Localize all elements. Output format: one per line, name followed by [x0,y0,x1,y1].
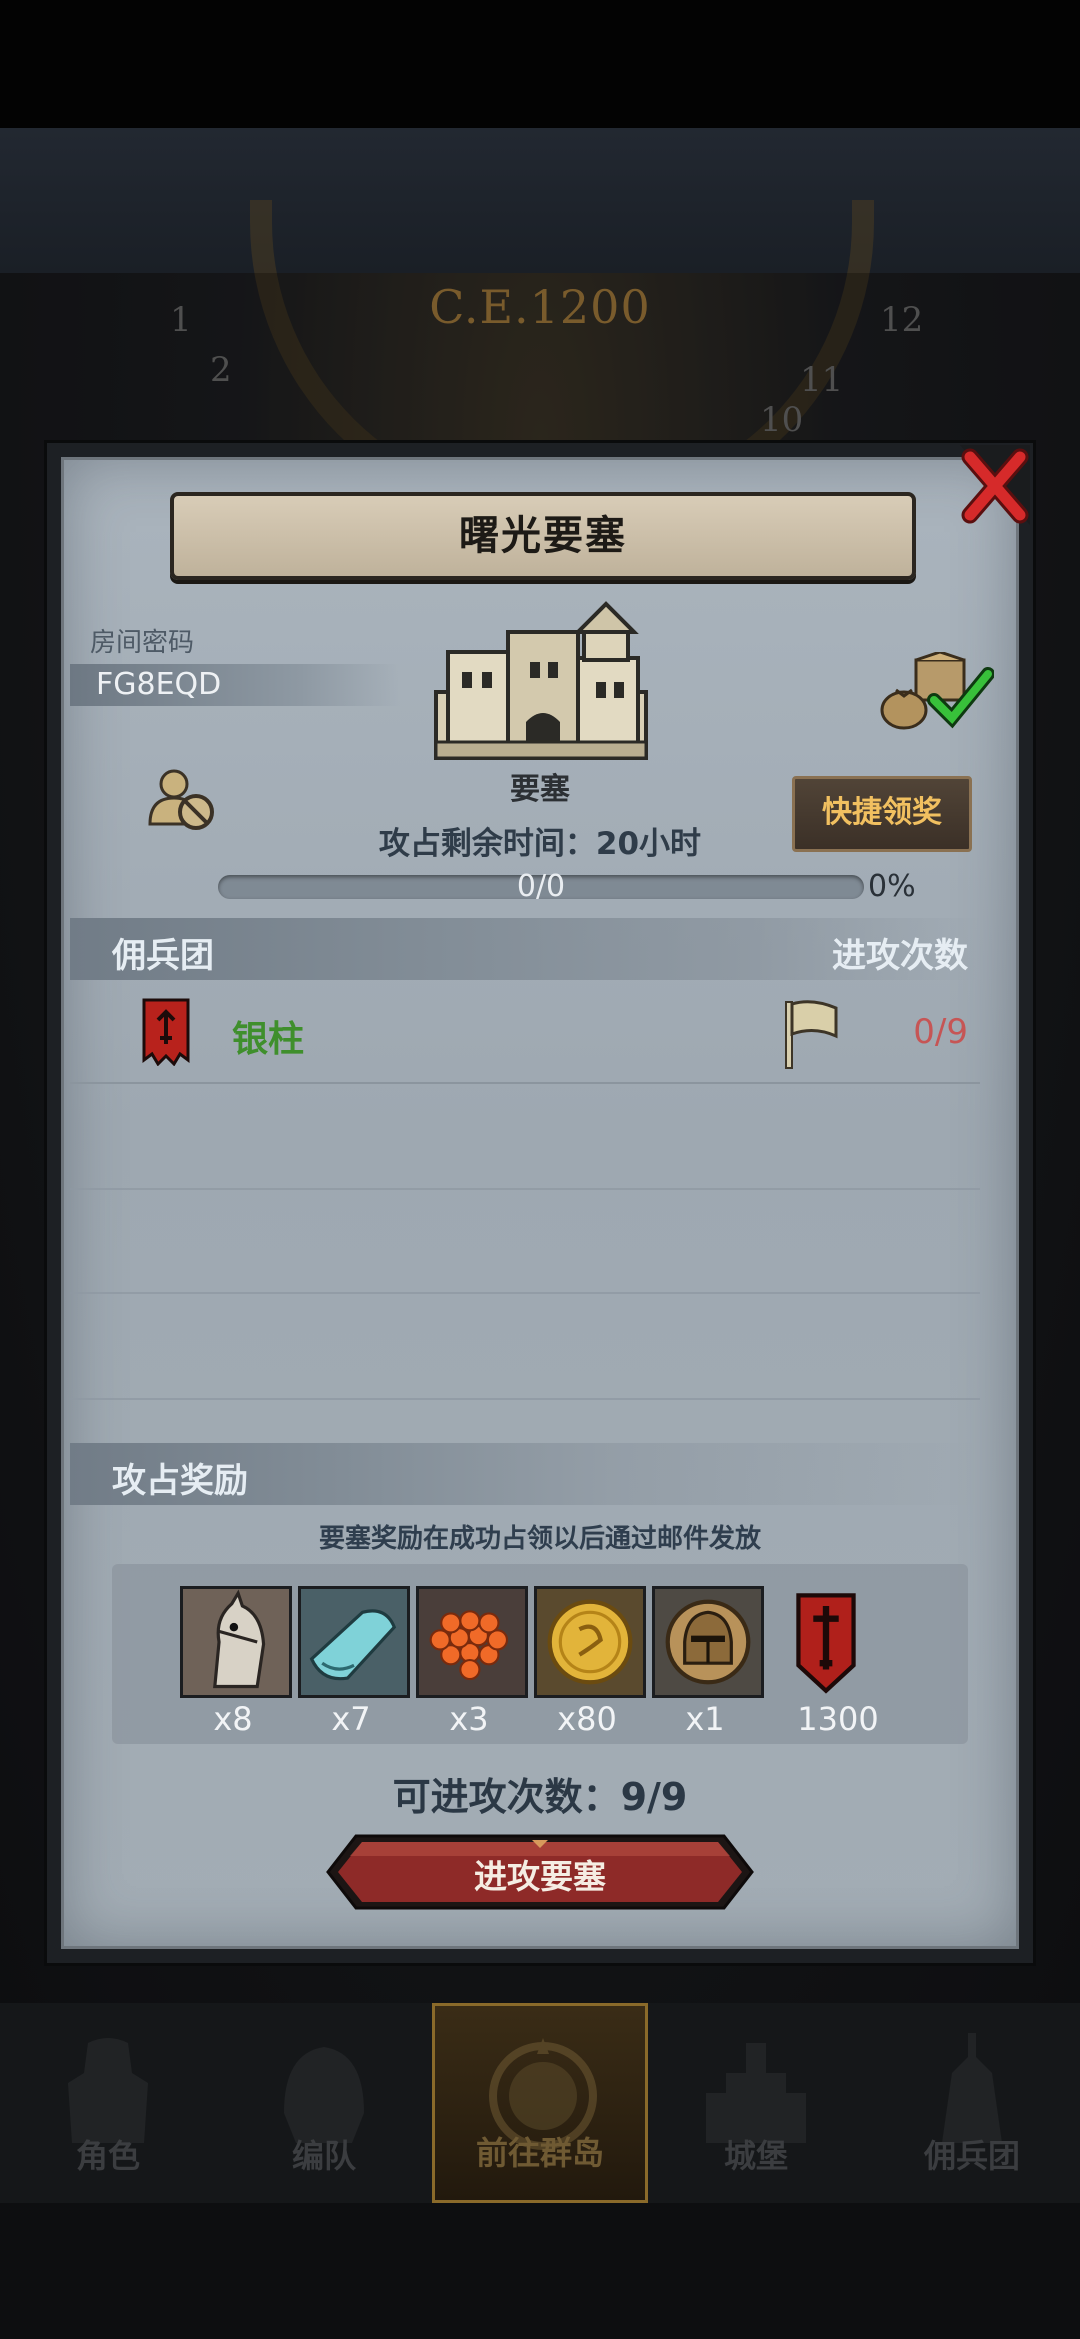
sword-banner-icon [796,1593,856,1694]
knight-helmet-icon [655,1589,761,1695]
nav-label: 佣兵团 [923,2137,1020,2175]
nav-item-formation[interactable]: 编队 [216,2003,432,2203]
progress-percent: 0% [868,869,916,904]
close-button[interactable] [960,445,1030,525]
red-banner-icon [142,998,190,1066]
remaining-attempts: 可进攻次数：9/9 [392,1775,688,1819]
fortress-icon [434,601,648,760]
nav-label: 城堡 [723,2137,788,2175]
room-password-label: 房间密码 [90,628,195,658]
fortress-label: 要塞 [510,772,570,807]
attack-fortress-label[interactable]: 进攻要塞 [326,1850,754,1898]
status-area [0,0,1080,128]
reward-qty: x1 [685,1700,725,1738]
reward-qty: x80 [557,1700,617,1738]
progress-text: 0/0 [516,869,566,904]
reward-item-honor[interactable] [770,1586,882,1698]
nav-label: 编队 [291,2137,356,2175]
attack-count-header: 进攻次数 [832,936,968,976]
nav-label: 角色 [75,2137,140,2175]
mercenary-name: 银柱 [232,1019,305,1060]
dialog-title: 曙光要塞 [170,492,916,580]
room-password-value[interactable]: FG8EQD [96,667,221,702]
rewards-note: 要塞奖励在成功占领以后通过邮件发放 [318,1524,761,1554]
nav-item-islands[interactable]: 前往群岛 [432,2003,648,2203]
reward-qty: x8 [213,1700,253,1738]
reward-item-helmet[interactable] [652,1586,764,1698]
rewards-header: 攻占奖励 [112,1461,248,1501]
cloth-icon [301,1589,407,1695]
close-icon [960,445,1030,525]
reward-item-gold[interactable] [534,1586,646,1698]
time-remaining: 攻占剩余时间：20小时 [378,826,702,862]
horse-icon [183,1589,289,1695]
nav-item-character[interactable]: 角色 [0,2003,216,2203]
nav-item-mercenary[interactable]: 佣兵团 [864,2003,1080,2203]
reward-qty: x3 [449,1700,489,1738]
nav-item-castle[interactable]: 城堡 [648,2003,864,2203]
reward-qty: x7 [331,1700,371,1738]
reward-item-cloth[interactable] [298,1586,410,1698]
empty-row-divider [70,1188,980,1190]
reward-item-horse[interactable] [180,1586,292,1698]
mercenary-attack-count: 0/9 [913,1012,968,1052]
mercenary-header: 佣兵团 [112,936,214,976]
nav-label: 前往群岛 [475,2134,604,2172]
system-nav-area [0,2203,1080,2339]
fish-roe-icon [419,1589,525,1695]
reward-qty: 1300 [797,1700,879,1738]
list-item[interactable] [70,990,980,1084]
reward-item-roe[interactable] [416,1586,528,1698]
empty-row-divider [70,1292,980,1294]
claimed-rewards-icon[interactable] [876,652,994,732]
flag-icon [785,1000,838,1069]
gold-coin-icon [537,1589,643,1695]
empty-row-divider [70,1398,980,1400]
